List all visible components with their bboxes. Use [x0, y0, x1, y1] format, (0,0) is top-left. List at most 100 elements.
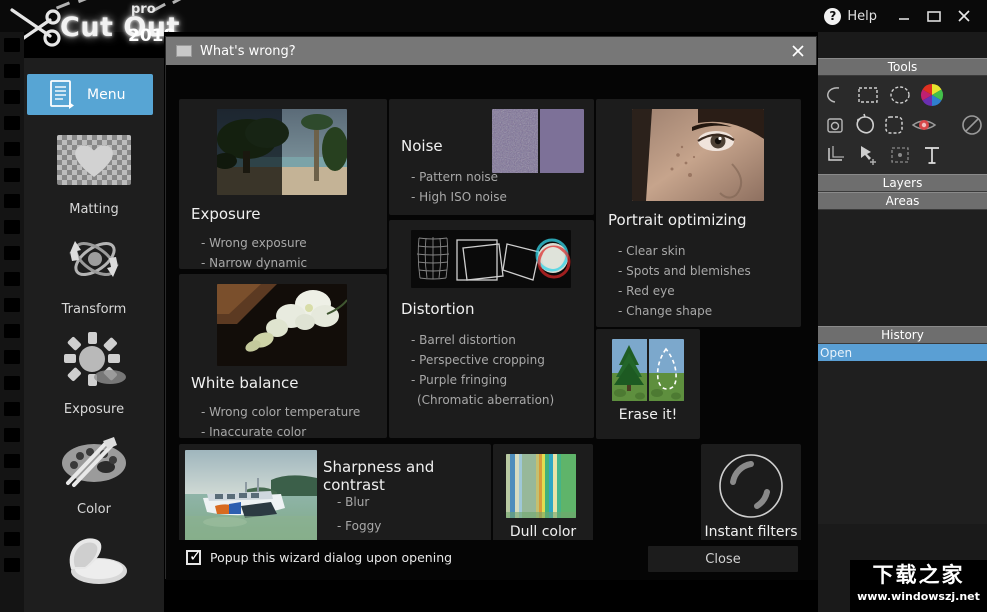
sidebar-item-label: Transform [61, 302, 127, 317]
minimize-button[interactable] [889, 0, 919, 32]
close-button[interactable] [949, 0, 979, 32]
wizard-dialog: What's wrong? Exposure - Wrong exposure … [165, 36, 818, 580]
card-title: Instant filters [704, 524, 798, 540]
card-distortion[interactable]: Distortion - Barrel distortion - Perspec… [389, 220, 594, 438]
card-white-balance[interactable]: White balance - Wrong color temperature … [179, 274, 387, 439]
logo-pro-badge: pro [131, 2, 156, 17]
card-bullet: - Barrel distortion [411, 333, 516, 347]
close-icon [792, 45, 804, 57]
card-instant-filters[interactable]: Instant filters [701, 444, 801, 552]
lasso-icon[interactable] [820, 81, 852, 109]
card-bullet: (Chromatic aberration) [417, 393, 555, 407]
card-bullet: - Narrow dynamic [201, 256, 308, 270]
film-sprocket [4, 480, 20, 494]
areas-panel-body[interactable] [818, 210, 987, 326]
white-orchid-photo [217, 284, 347, 366]
film-sprocket [4, 142, 20, 156]
card-title: Distortion [401, 300, 475, 318]
tools-grid [818, 76, 987, 174]
film-sprocket [4, 64, 20, 78]
logo-dash-4 [172, 0, 186, 5]
film-sprocket [4, 116, 20, 130]
rect-select-icon[interactable] [852, 81, 884, 109]
history-item-open[interactable]: Open [818, 344, 987, 361]
beach-trees-photo [217, 109, 347, 195]
sidebar-item-label: Color [77, 502, 111, 517]
dialog-close-button[interactable] [788, 41, 808, 61]
card-bullet: - High ISO noise [411, 190, 507, 204]
card-bullet: - Inaccurate color [201, 425, 307, 439]
prohibited-icon[interactable] [957, 111, 987, 139]
sidebar-item-matting[interactable]: Matting [24, 124, 164, 217]
left-sidebar: Menu Matting Transform Exposure Color [24, 58, 164, 612]
sidebar-item-retouch[interactable] [24, 524, 164, 602]
sidebar-item-label: Matting [69, 202, 119, 217]
sidebar-item-transform[interactable]: Transform [24, 224, 164, 317]
tools-row [820, 80, 987, 110]
card-exposure[interactable]: Exposure - Wrong exposure - Narrow dynam… [179, 99, 387, 270]
layers-panel-header: Layers [818, 174, 987, 192]
card-bullet: - Foggy [337, 519, 382, 533]
film-sprocket [4, 246, 20, 260]
face-closeup-photo [632, 109, 764, 201]
window-controls: ? Help [812, 0, 979, 32]
heart-checker-icon [24, 124, 164, 196]
red-eye-icon[interactable] [909, 111, 939, 139]
palette-brush-icon [24, 424, 164, 496]
watermark-cn-text: 下载之家 [872, 563, 965, 587]
areas-panel-header: Areas [818, 192, 987, 210]
card-bullet: - Change shape [618, 304, 713, 318]
transform-select-icon[interactable] [884, 141, 916, 169]
maximize-button[interactable] [919, 0, 949, 32]
film-sprocket [4, 532, 20, 546]
popup-wizard-checkbox[interactable]: ✓ Popup this wizard dialog upon opening [186, 547, 452, 565]
card-bullet: - Blur [337, 495, 370, 509]
film-sprocket [4, 324, 20, 338]
card-title: Erase it! [618, 407, 678, 423]
card-noise[interactable]: Noise - Pattern noise - High ISO noise [389, 99, 594, 215]
film-sprocket [4, 350, 20, 364]
dialog-body: Exposure - Wrong exposure - Narrow dynam… [166, 65, 818, 580]
card-title: Portrait optimizing [608, 211, 747, 229]
check-icon: ✓ [189, 547, 202, 565]
help-label: Help [847, 8, 877, 24]
card-erase-it[interactable]: Erase it! [596, 329, 700, 439]
text-icon[interactable] [916, 141, 948, 169]
tree-erase-before-after [612, 339, 684, 401]
film-sprocket [4, 220, 20, 234]
clone-stamp-icon[interactable] [820, 111, 850, 139]
help-button[interactable]: ? Help [812, 0, 889, 32]
dialog-close-action-button[interactable]: Close [648, 546, 798, 572]
dialog-title-bar[interactable]: What's wrong? [166, 37, 816, 65]
dialog-footer: ✓ Popup this wizard dialog upon opening … [166, 540, 818, 580]
card-title: White balance [191, 374, 299, 392]
magic-wand-icon[interactable] [850, 111, 880, 139]
title-bar: Cut Out pro 2018 ? Help [0, 0, 987, 48]
film-sprocket [4, 194, 20, 208]
card-dull-color[interactable]: Dull color [493, 444, 593, 552]
logo-dash-2 [77, 0, 91, 4]
card-portrait-optimizing[interactable]: Portrait optimizing - Clear skin - Spots… [596, 99, 801, 327]
rotate-orbit-icon [24, 224, 164, 296]
circular-arc-icon [717, 452, 785, 520]
purple-noise-swatch [492, 109, 584, 173]
card-sharpness-and-contrast[interactable]: Sharpness and contrast - Blur - Foggy [179, 444, 491, 552]
film-sprocket [4, 376, 20, 390]
window-icon [176, 45, 192, 57]
sidebar-item-color[interactable]: Color [24, 424, 164, 517]
film-sprocket [4, 428, 20, 442]
sun-icon [24, 324, 164, 396]
film-sprocket [4, 506, 20, 520]
film-sprocket [4, 454, 20, 468]
marquee-icon[interactable] [880, 111, 910, 139]
menu-button[interactable]: Menu [27, 74, 153, 115]
application-window: Cut Out pro 2018 ? Help Menu Matting Tra… [0, 0, 987, 612]
watermark: 下载之家 www.windowszj.net [850, 560, 987, 612]
document-menu-icon [49, 79, 75, 110]
color-wheel-icon[interactable] [916, 81, 948, 109]
ellipse-select-icon[interactable] [884, 81, 916, 109]
move-icon[interactable] [852, 141, 884, 169]
sidebar-item-exposure[interactable]: Exposure [24, 324, 164, 417]
crop-icon[interactable] [820, 141, 852, 169]
card-bullet: - Perspective cropping [411, 353, 545, 367]
